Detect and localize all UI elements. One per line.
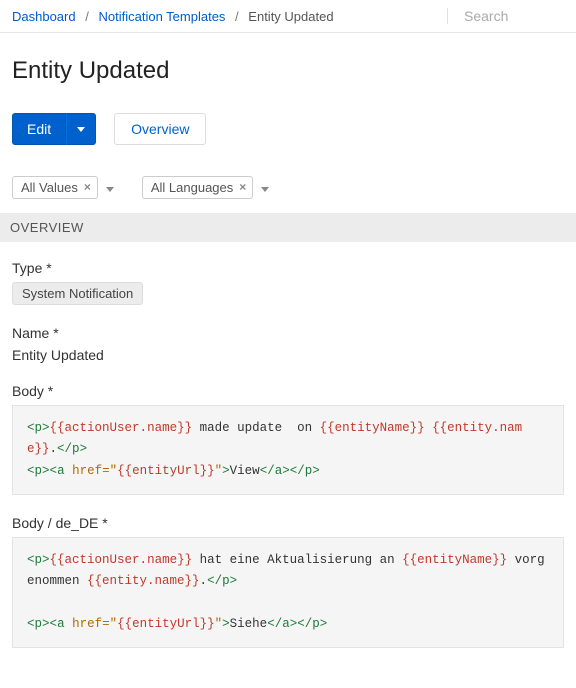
code-tag: > <box>42 617 50 631</box>
code-tag: > <box>230 574 238 588</box>
code-var: {{actionUser.name}} <box>50 421 193 435</box>
filter-languages-dropdown[interactable] <box>257 175 273 199</box>
caret-down-icon <box>261 187 269 192</box>
name-value: Entity Updated <box>12 347 564 363</box>
code-tag: < <box>27 617 35 631</box>
code-var: {{actionUser.name}} <box>50 553 193 567</box>
code-tag: </ <box>57 442 72 456</box>
caret-down-icon <box>77 127 85 132</box>
code-text <box>65 464 73 478</box>
breadcrumb-current: Entity Updated <box>248 9 333 24</box>
code-tag: > <box>282 464 290 478</box>
overview-button[interactable]: Overview <box>114 113 206 145</box>
code-text: . <box>50 442 58 456</box>
filter-languages-group: All Languages × <box>142 175 273 199</box>
code-tag: < <box>27 421 35 435</box>
code-tag: p <box>35 421 43 435</box>
topbar: Dashboard / Notification Templates / Ent… <box>0 0 576 33</box>
code-tag: a <box>282 617 290 631</box>
edit-button-group: Edit <box>12 113 96 145</box>
page-title: Entity Updated <box>12 57 564 85</box>
code-tag: < <box>27 464 35 478</box>
code-tag: </ <box>267 617 282 631</box>
code-tag: p <box>35 553 43 567</box>
caret-down-icon <box>106 187 114 192</box>
edit-button[interactable]: Edit <box>12 113 66 145</box>
code-var: {{entityName}} <box>320 421 425 435</box>
code-tag: </ <box>297 617 312 631</box>
section-overview-header: OVERVIEW <box>0 213 576 242</box>
content: Entity Updated Edit Overview All Values … <box>0 33 576 688</box>
code-var: {{entityUrl}} <box>117 617 215 631</box>
code-tag: a <box>57 617 65 631</box>
filter-values-label: All Values <box>21 180 78 195</box>
code-var: {{entityUrl}} <box>117 464 215 478</box>
code-tag: > <box>42 553 50 567</box>
code-tag: > <box>42 464 50 478</box>
close-icon[interactable]: × <box>239 180 246 194</box>
code-var: {{entity.name}} <box>87 574 200 588</box>
filter-values-group: All Values × <box>12 175 118 199</box>
code-tag: < <box>50 617 58 631</box>
code-var: {{entityName}} <box>402 553 507 567</box>
breadcrumb-sep: / <box>229 9 245 24</box>
code-text: made update on <box>192 421 320 435</box>
code-attr: href=" <box>72 617 117 631</box>
close-icon[interactable]: × <box>84 180 91 194</box>
code-attr: href=" <box>72 464 117 478</box>
code-text: . <box>200 574 208 588</box>
code-tag: < <box>27 553 35 567</box>
code-tag: > <box>222 617 230 631</box>
body-label: Body * <box>12 383 564 399</box>
code-tag: </ <box>260 464 275 478</box>
code-tag: > <box>312 464 320 478</box>
code-tag: > <box>320 617 328 631</box>
code-tag: a <box>57 464 65 478</box>
breadcrumb-dashboard[interactable]: Dashboard <box>12 9 76 24</box>
code-text: Siehe <box>230 617 268 631</box>
field-type: Type * System Notification <box>12 260 564 305</box>
code-tag: p <box>312 617 320 631</box>
filter-row: All Values × All Languages × <box>12 175 564 199</box>
field-name: Name * Entity Updated <box>12 325 564 363</box>
code-tag: < <box>50 464 58 478</box>
filter-values-dropdown[interactable] <box>102 175 118 199</box>
action-row: Edit Overview <box>12 113 564 145</box>
code-tag: p <box>72 442 80 456</box>
breadcrumb-sep: / <box>79 9 95 24</box>
type-label: Type * <box>12 260 564 276</box>
body-de-code: <p>{{actionUser.name}} hat eine Aktualis… <box>12 537 564 648</box>
code-tag: p <box>35 617 43 631</box>
name-label: Name * <box>12 325 564 341</box>
code-tag: </ <box>207 574 222 588</box>
code-text <box>65 617 73 631</box>
code-text: View <box>230 464 260 478</box>
code-tag: </ <box>290 464 305 478</box>
code-tag: p <box>35 464 43 478</box>
body-code: <p>{{actionUser.name}} made update on {{… <box>12 405 564 495</box>
field-body: Body * <p>{{actionUser.name}} made updat… <box>12 383 564 495</box>
search-input[interactable] <box>464 8 564 24</box>
filter-languages-label: All Languages <box>151 180 233 195</box>
breadcrumb: Dashboard / Notification Templates / Ent… <box>12 9 437 24</box>
breadcrumb-templates[interactable]: Notification Templates <box>98 9 225 24</box>
code-tag: > <box>222 464 230 478</box>
code-tag: > <box>80 442 88 456</box>
code-text: hat eine Aktualisierung an <box>192 553 402 567</box>
search-wrap <box>447 8 564 24</box>
code-tag: p <box>222 574 230 588</box>
type-value: System Notification <box>12 282 143 305</box>
code-tag: > <box>42 421 50 435</box>
filter-languages-chip[interactable]: All Languages × <box>142 176 253 199</box>
field-body-de: Body / de_DE * <p>{{actionUser.name}} ha… <box>12 515 564 648</box>
filter-values-chip[interactable]: All Values × <box>12 176 98 199</box>
body-de-label: Body / de_DE * <box>12 515 564 531</box>
edit-dropdown-button[interactable] <box>66 113 96 145</box>
